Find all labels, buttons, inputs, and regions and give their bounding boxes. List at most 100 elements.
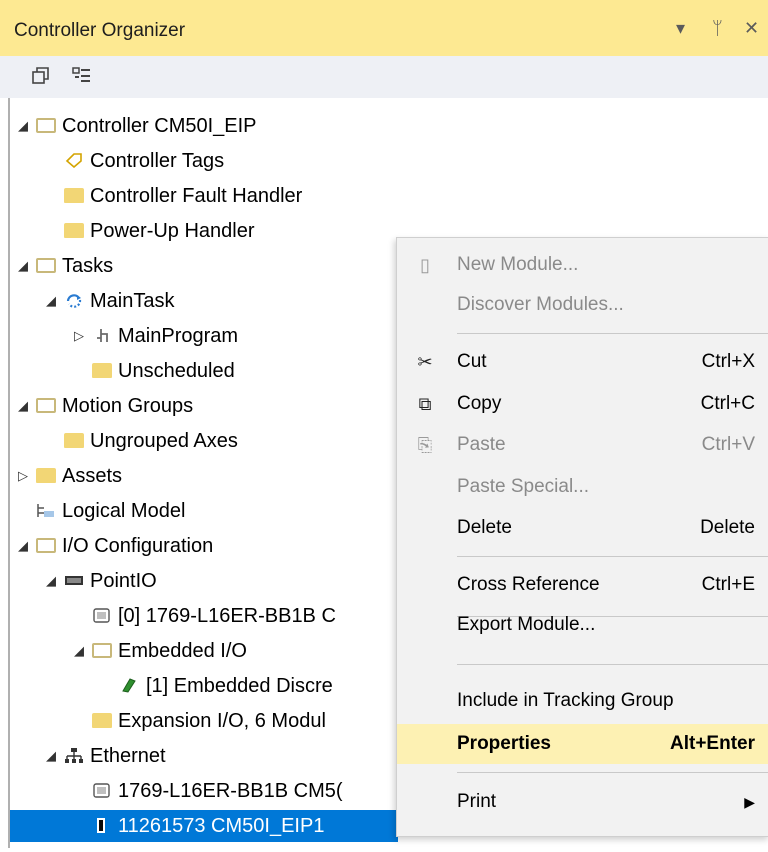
tree-node[interactable]: ◢ Motion Groups <box>10 390 390 422</box>
collapse-icon[interactable]: ◢ <box>72 635 86 667</box>
collapse-icon[interactable]: ◢ <box>16 110 30 142</box>
collapse-icon[interactable]: ◢ <box>16 250 30 282</box>
menu-item-shortcut: Delete <box>700 517 755 538</box>
tree-node[interactable]: [0] 1769-L16ER-BB1B C <box>10 600 390 632</box>
dropdown-icon[interactable]: ▾ <box>676 18 685 39</box>
tree-node-label: MainTask <box>90 290 175 312</box>
program-icon <box>97 329 108 342</box>
tree-node-label: [0] 1769-L16ER-BB1B C <box>118 605 336 627</box>
menu-item-shortcut: Ctrl+X <box>701 351 755 372</box>
menu-item-label: Properties <box>457 733 551 754</box>
tree-node-label: Unscheduled <box>118 360 235 382</box>
menu-item-label: Include in Tracking Group <box>457 690 674 711</box>
organizer-toolbar <box>0 56 768 98</box>
tree-node[interactable]: Controller Fault Handler <box>10 180 390 212</box>
menu-separator <box>457 772 768 773</box>
tree-node[interactable]: Power-Up Handler <box>10 215 390 247</box>
tree-node-label: Expansion I/O, 6 Modul <box>118 710 326 732</box>
tree-node-label: Controller CM50I_EIP <box>62 115 257 137</box>
tree-node-label: I/O Configuration <box>62 535 214 557</box>
tree-node-label: Controller Fault Handler <box>90 185 303 207</box>
tree-node-label: Power-Up Handler <box>90 220 255 242</box>
menu-item-properties[interactable]: Properties Alt+Enter <box>397 724 768 764</box>
collapse-all-icon[interactable] <box>30 65 52 87</box>
menu-item-label: New Module... <box>457 254 579 275</box>
tree-node[interactable]: [1] Embedded Discre <box>10 670 390 702</box>
menu-item-export-module[interactable]: Export Module... <box>397 605 768 645</box>
tree-node-label: MainProgram <box>118 325 239 347</box>
folder-icon <box>92 363 112 378</box>
tree-node[interactable]: ◢ Ethernet <box>10 740 390 772</box>
folder-open-icon <box>36 118 56 133</box>
close-icon[interactable]: ✕ <box>744 18 759 39</box>
tree-node[interactable]: ◢ MainTask <box>10 285 390 317</box>
tree-node-label: Logical Model <box>62 500 186 522</box>
menu-separator <box>457 664 768 665</box>
menu-item-paste-special[interactable]: Paste Special... <box>397 467 768 507</box>
menu-item-label: Print <box>457 791 497 812</box>
collapse-icon[interactable]: ◢ <box>44 565 58 597</box>
menu-item-include-in-tracking-group[interactable]: Include in Tracking Group <box>397 681 768 721</box>
menu-item-cross-reference[interactable]: Cross Reference Ctrl+E <box>397 565 768 605</box>
tree-node[interactable]: ◢ Tasks <box>10 250 390 282</box>
tree-node[interactable]: ▷ Assets <box>10 460 390 492</box>
tree-node[interactable]: Logical Model <box>10 495 390 527</box>
folder-open-icon <box>92 643 112 658</box>
tree-node[interactable]: Controller Tags <box>10 145 390 177</box>
collapse-icon[interactable]: ◢ <box>44 285 58 317</box>
menu-item-label: Paste <box>457 434 506 455</box>
tree-node[interactable]: Unscheduled <box>10 355 390 387</box>
folder-open-icon <box>36 398 56 413</box>
tree-node-label: Controller Tags <box>90 150 225 172</box>
tree-node-label: Assets <box>62 465 123 487</box>
expand-icon[interactable]: ▷ <box>72 320 86 352</box>
show-properties-icon[interactable] <box>70 65 92 87</box>
menu-item-label: Copy <box>457 393 502 414</box>
menu-item-shortcut: Alt+Enter <box>670 733 755 754</box>
menu-item-copy[interactable]: ⧉ Copy Ctrl+C <box>397 384 768 424</box>
submenu-arrow-icon: ▶ <box>744 794 755 810</box>
pin-icon[interactable]: ᛘ <box>712 18 723 39</box>
menu-item-label: Paste Special... <box>457 476 590 497</box>
paste-icon: ⎘ <box>417 435 433 455</box>
collapse-icon[interactable]: ◢ <box>16 390 30 422</box>
logical-model-icon <box>37 504 54 517</box>
folder-icon <box>64 433 84 448</box>
tree-node[interactable]: Ungrouped Axes <box>10 425 390 457</box>
menu-item-new-module[interactable]: ▯ New Module... <box>397 245 768 285</box>
tree-node-label: 1769-L16ER-BB1B CM5( <box>118 780 343 802</box>
collapse-icon[interactable]: ◢ <box>44 740 58 772</box>
menu-item-paste[interactable]: ⎘ Paste Ctrl+V <box>397 425 768 465</box>
menu-item-print[interactable]: Print ▶ <box>397 782 768 822</box>
collapse-icon[interactable]: ◢ <box>16 530 30 562</box>
cut-icon: ✂ <box>417 352 433 372</box>
menu-item-label: Cut <box>457 351 487 372</box>
tree-node[interactable]: ◢ PointIO <box>10 565 390 597</box>
menu-item-label: Delete <box>457 517 512 538</box>
tree-node-label: Embedded I/O <box>118 640 247 662</box>
tree-node[interactable]: 11261573 CM50I_EIP1 <box>10 810 398 842</box>
folder-icon <box>36 468 56 483</box>
tree-node[interactable]: Expansion I/O, 6 Modul <box>10 705 390 737</box>
folder-open-icon <box>36 538 56 553</box>
tree-node[interactable]: 1769-L16ER-BB1B CM5( <box>10 775 390 807</box>
module-icon <box>93 608 110 623</box>
menu-item-label: Cross Reference <box>457 574 600 595</box>
expand-icon[interactable]: ▷ <box>16 460 30 492</box>
tree-node[interactable]: ◢ Embedded I/O <box>10 635 390 667</box>
tree-node-label: PointIO <box>90 570 157 592</box>
menu-separator <box>457 333 768 334</box>
context-menu: ▯ New Module... Discover Modules... ✂ Cut Ctr… <box>396 237 768 837</box>
task-icon <box>66 294 82 308</box>
tree-node[interactable]: ▷ MainProgram <box>10 320 390 352</box>
folder-icon <box>92 713 112 728</box>
menu-item-discover-modules[interactable]: Discover Modules... <box>397 285 768 325</box>
menu-item-label: Discover Modules... <box>457 294 624 315</box>
menu-separator <box>457 556 768 557</box>
menu-item-cut[interactable]: ✂ Cut Ctrl+X <box>397 342 768 382</box>
tree-node[interactable]: ◢ I/O Configuration <box>10 530 390 562</box>
menu-item-delete[interactable]: Delete Delete <box>397 508 768 548</box>
folder-open-icon <box>36 258 56 273</box>
menu-item-label: Export Module... <box>457 614 596 635</box>
tree-node[interactable]: ◢ Controller CM50I_EIP <box>10 110 390 142</box>
